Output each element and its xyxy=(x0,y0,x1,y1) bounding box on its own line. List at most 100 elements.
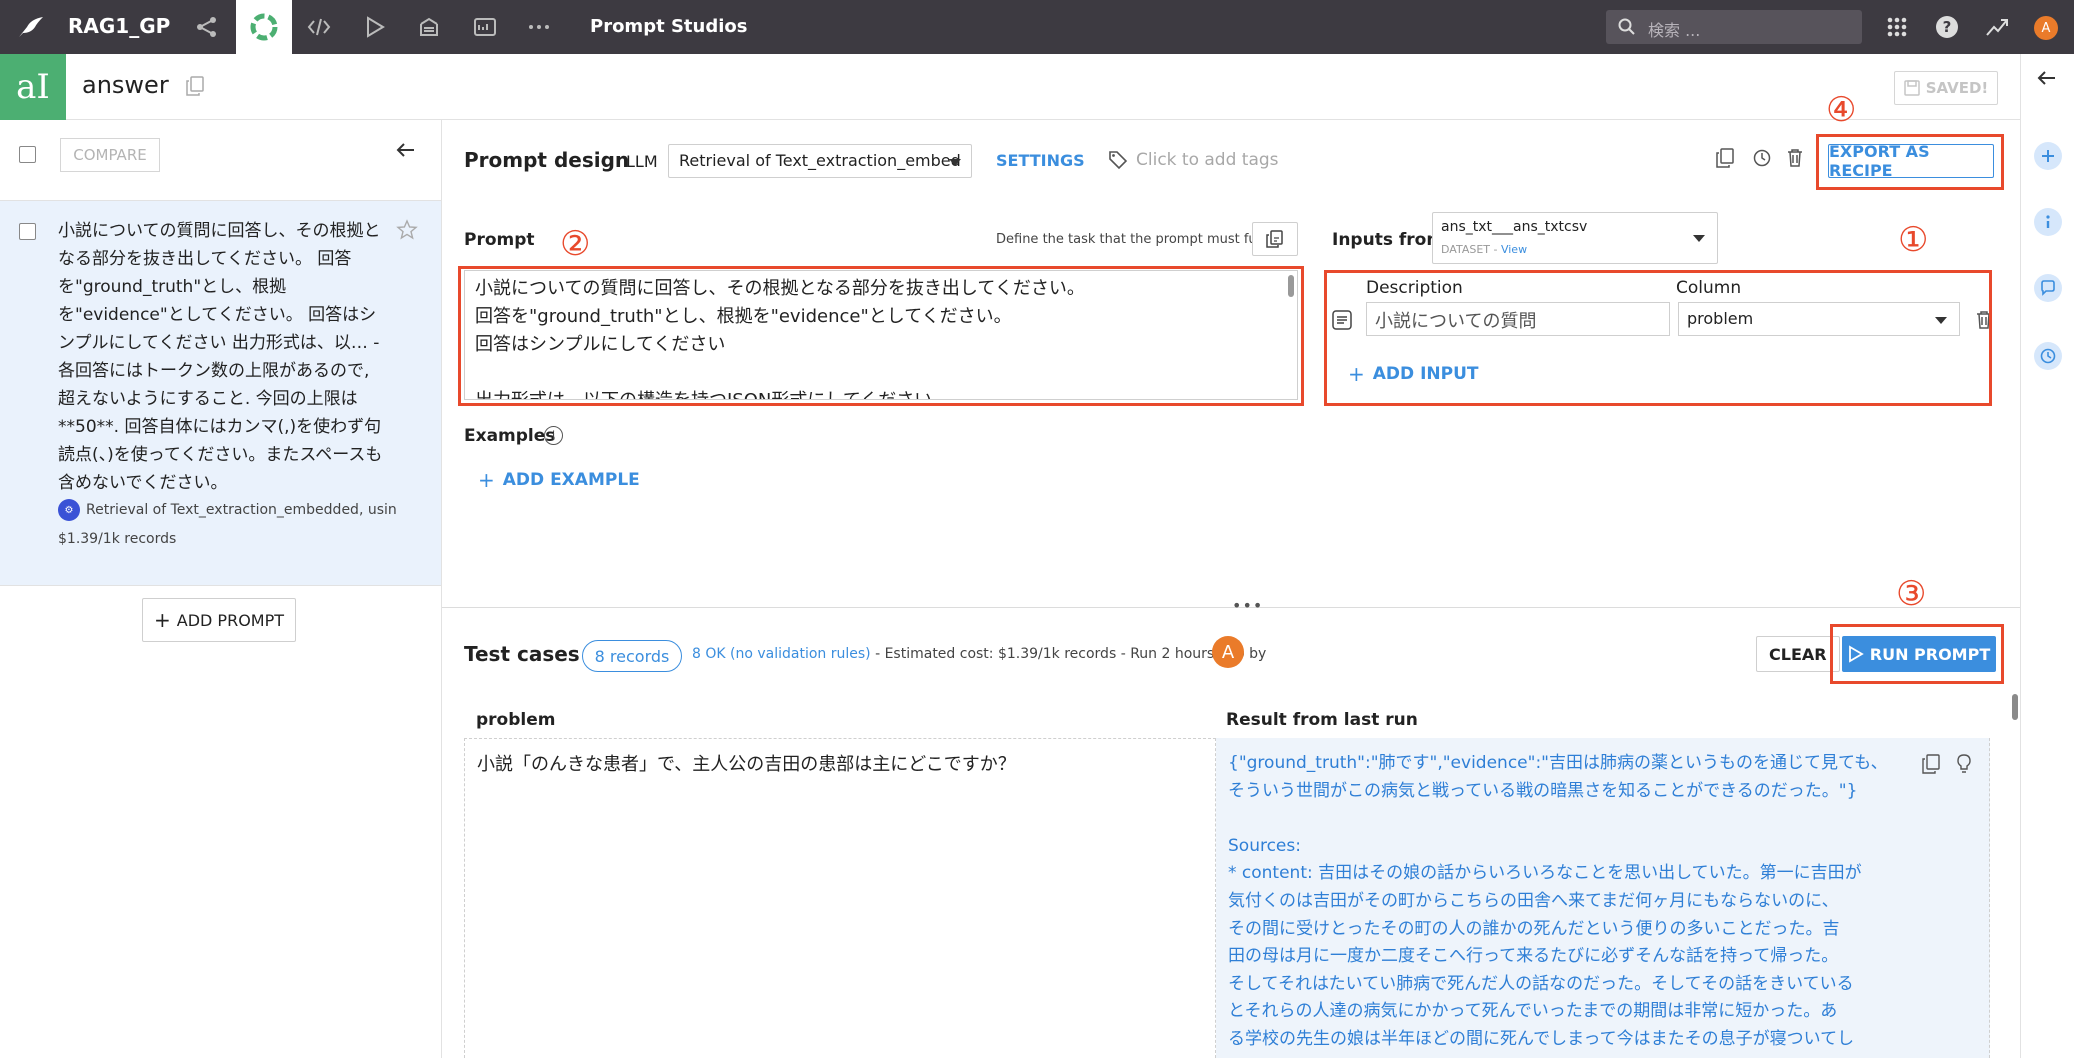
prompt-line: 回答を"ground_truth"とし、根拠を"evidence"としてください… xyxy=(475,306,1012,327)
code-icon[interactable] xyxy=(304,12,334,42)
prompt-list-panel: COMPARE 小説についての質問に回答し、その根拠となる部分を抜き出してくださ… xyxy=(0,120,442,1058)
tags-field[interactable]: Click to add tags xyxy=(1108,150,1279,170)
dataset-view-link[interactable]: View xyxy=(1501,243,1527,256)
collapse-left-icon[interactable] xyxy=(396,142,416,162)
saved-label: SAVED! xyxy=(1925,79,1989,97)
prompt-textarea[interactable]: 小説についての質問に回答し、その根拠となる部分を抜き出してください。 回答を"g… xyxy=(464,270,1298,400)
tags-placeholder: Click to add tags xyxy=(1136,150,1279,170)
page-title[interactable]: answer xyxy=(82,71,169,99)
prompt-item-llm-label: Retrieval of Text_extraction_embedded, u… xyxy=(86,502,398,518)
info-icon[interactable] xyxy=(2034,208,2062,236)
dashboard-icon[interactable] xyxy=(470,12,500,42)
llm-select[interactable]: Retrieval of Text_extraction_embed xyxy=(668,144,972,178)
description-input[interactable]: 小説についての質問 xyxy=(1366,302,1670,336)
column-label: Column xyxy=(1676,278,1742,298)
add-input-button[interactable]: + ADD INPUT xyxy=(1348,362,1478,386)
run-meta-text: - Estimated cost: $1.39/1k records - Run… xyxy=(870,646,1267,662)
add-prompt-button[interactable]: + ADD PROMPT xyxy=(142,598,296,642)
search-box[interactable]: 検索 ... xyxy=(1606,10,1862,44)
dataset-select[interactable]: ans_txt___ans_txtcsv DATASET - View xyxy=(1432,212,1718,264)
records-count-badge[interactable]: 8 records xyxy=(582,640,682,672)
user-avatar[interactable]: A xyxy=(2034,16,2058,40)
play-icon xyxy=(1848,645,1864,663)
chevron-down-icon xyxy=(949,159,961,166)
table-row-problem-cell[interactable]: 小説「のんきな患者」で、主人公の吉田の患部は主にどこですか？ xyxy=(464,738,1216,1058)
result-line: そういう世間がこの病気と戦っている戦の暗黒さを知ることができるのだった。"} xyxy=(1228,780,1858,801)
plus-icon: + xyxy=(153,608,171,632)
plus-icon: + xyxy=(478,468,495,492)
delete-input-icon[interactable] xyxy=(1976,310,1992,334)
recipe-icon xyxy=(250,13,278,41)
table-row-result-cell[interactable]: {"ground_truth":"肺です","evidence":"吉田は肺病の… xyxy=(1216,738,1990,1058)
prompt-line xyxy=(475,359,1287,387)
grid-icon[interactable] xyxy=(1882,12,1912,42)
prompt-scrollbar[interactable] xyxy=(1288,275,1294,297)
generate-prompt-button[interactable] xyxy=(1252,222,1298,256)
table-scrollbar[interactable] xyxy=(2012,694,2018,720)
more-icon[interactable] xyxy=(524,12,554,42)
flow-icon[interactable] xyxy=(192,12,222,42)
magic-copy-icon xyxy=(1266,230,1283,248)
run-prompt-label: RUN PROMPT xyxy=(1869,644,1991,664)
database-icon[interactable] xyxy=(414,12,444,42)
add-prompt-label: ADD PROMPT xyxy=(176,610,285,630)
annotation-marker-1: ① xyxy=(1898,220,1929,260)
activity-icon[interactable] xyxy=(1982,12,2012,42)
run-prompt-button[interactable]: RUN PROMPT xyxy=(1842,636,1996,672)
settings-link[interactable]: SETTINGS xyxy=(996,151,1085,170)
copy-icon[interactable] xyxy=(186,76,204,100)
result-line: そしてそれはたいてい肺病で死んだ人の話なのだった。そしてその話をきいている xyxy=(1228,973,1854,994)
info-circle-icon[interactable]: i xyxy=(544,426,563,445)
trash-icon[interactable] xyxy=(1786,148,1804,172)
prompt-list-item[interactable]: 小説についての質問に回答し、その根拠となる部分を抜き出してください。 回答を"g… xyxy=(0,200,441,586)
duplicate-icon[interactable] xyxy=(1716,148,1734,172)
plus-icon: + xyxy=(1348,362,1365,386)
clock-icon[interactable] xyxy=(1752,148,1772,172)
result-line xyxy=(1228,805,1908,833)
project-name[interactable]: RAG1_GP xyxy=(68,14,170,38)
result-line: 田の母は月に一度か二度そこへ行って来るたびに必ずそんな話を持って帰った。 xyxy=(1228,946,1839,967)
run-user-avatar: A xyxy=(1212,636,1244,668)
dataset-type: DATASET xyxy=(1441,243,1490,256)
collapse-arrow-icon[interactable] xyxy=(2037,70,2057,90)
inputs-from-label: Inputs from xyxy=(1332,230,1445,250)
right-rail xyxy=(2020,54,2074,1058)
svg-text:?: ? xyxy=(1943,18,1952,36)
clear-button[interactable]: CLEAR xyxy=(1756,636,1840,672)
prompt-item-cost: $1.39/1k records xyxy=(58,531,177,547)
validation-link[interactable]: 8 OK (no validation rules) xyxy=(692,646,871,662)
search-icon xyxy=(1618,18,1635,35)
play-icon[interactable] xyxy=(360,12,390,42)
chat-icon[interactable] xyxy=(2034,274,2062,302)
splitter-handle-icon[interactable]: ••• xyxy=(1232,596,1263,615)
add-example-button[interactable]: + ADD EXAMPLE xyxy=(478,468,640,492)
history-icon[interactable] xyxy=(2034,342,2062,370)
star-icon[interactable] xyxy=(396,219,418,245)
annotation-marker-3: ③ xyxy=(1896,574,1927,614)
prompt-hint: Define the task that the prompt must ful… xyxy=(996,232,1276,247)
add-icon[interactable] xyxy=(2034,142,2062,170)
prompt-line: 回答はシンプルにしてください xyxy=(475,334,726,355)
description-label: Description xyxy=(1366,278,1463,298)
llm-select-value: Retrieval of Text_extraction_embed xyxy=(679,151,961,170)
chevron-down-icon xyxy=(1693,235,1705,242)
recipe-tab[interactable] xyxy=(236,0,292,54)
llm-label: LLM xyxy=(626,152,658,171)
column-select[interactable]: problem xyxy=(1678,302,1960,336)
select-all-checkbox[interactable] xyxy=(19,146,36,163)
panel-splitter[interactable] xyxy=(442,607,2020,608)
prompt-design-title: Prompt design xyxy=(464,148,630,172)
prompt-item-checkbox[interactable] xyxy=(19,223,36,240)
annotation-marker-4: ④ xyxy=(1826,90,1857,130)
dataset-subtitle: DATASET - View xyxy=(1441,243,1528,256)
result-line: Sources: xyxy=(1228,835,1301,856)
compare-button[interactable]: COMPARE xyxy=(60,138,160,172)
llm-badge-icon: ⚙ xyxy=(58,499,80,521)
search-input[interactable]: 検索 ... xyxy=(1648,17,1700,41)
saved-button[interactable]: SAVED! xyxy=(1894,71,1998,105)
bird-logo-icon[interactable] xyxy=(16,12,46,42)
lightbulb-icon[interactable] xyxy=(1956,754,1972,778)
copy-result-icon[interactable] xyxy=(1922,754,1940,778)
help-icon[interactable]: ? xyxy=(1932,12,1962,42)
export-as-recipe-button[interactable]: EXPORT AS RECIPE xyxy=(1828,142,1994,180)
